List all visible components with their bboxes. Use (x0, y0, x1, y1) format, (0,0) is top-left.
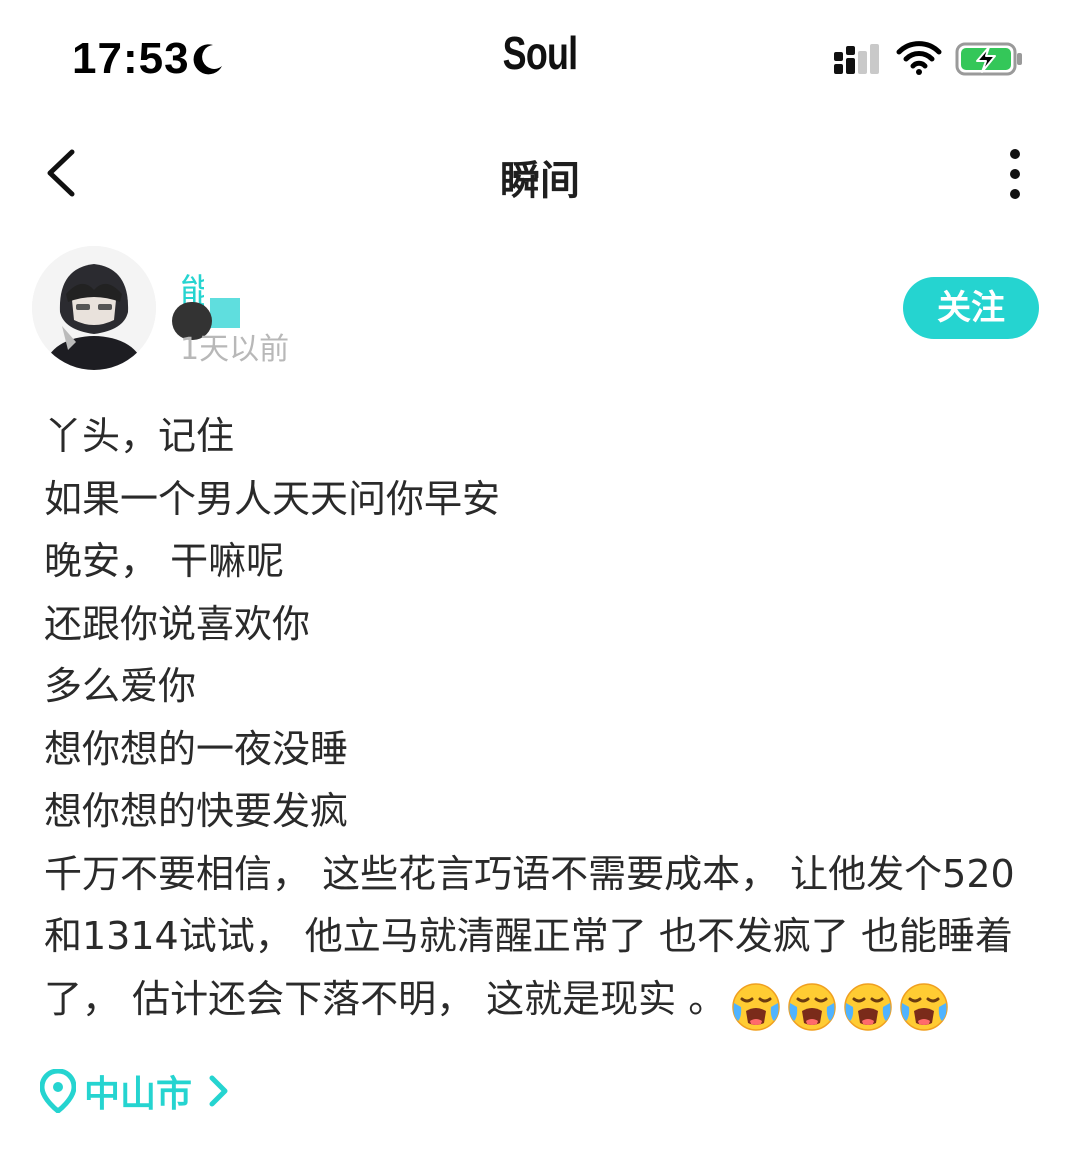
author-avatar[interactable] (32, 246, 156, 370)
loudly-crying-face-icon (900, 983, 948, 1031)
location-tag[interactable]: 中山市 (40, 1066, 230, 1116)
post-line: 想你想的快要发疯 (44, 789, 349, 833)
post-content: 丫头，记住 如果一个男人天天问你早安 晚安， 干嘛呢 还跟你说喜欢你 多么爱你 … (44, 405, 1044, 1036)
post-line: 和1314试试， 他立马就清醒正常了 也不发疯了 也能睡着 (44, 914, 1013, 958)
nav-bar: 瞬间 (0, 120, 1080, 230)
moment-detail-page: 17:53 Soul 瞬间 能 1天以前 关注 丫头，记住 如果一个男人天天问你… (0, 0, 1080, 1155)
post-line: 想你想的一夜没睡 (44, 726, 349, 771)
post-line-last: 了， 估计还会下落不明， 这就是现实 。 (44, 968, 1044, 1037)
loudly-crying-face-icon (844, 983, 892, 1031)
battery-charging-icon (955, 42, 1022, 76)
post-line: 如果一个男人天天问你早安 (44, 476, 501, 521)
loudly-crying-face-icon (732, 983, 780, 1031)
signal-icon (834, 44, 879, 74)
follow-button[interactable]: 关注 (903, 277, 1039, 339)
post-line-text: 了， 估计还会下落不明， 这就是现实 。 (44, 976, 727, 1021)
status-bar: 17:53 Soul (0, 0, 1080, 110)
more-options-button[interactable] (998, 146, 1032, 202)
page-title: 瞬间 (500, 158, 580, 204)
post-timestamp: 1天以前 (180, 332, 290, 367)
emoji-row (726, 974, 950, 1037)
location-label: 中山市 (84, 1074, 193, 1115)
post-line: 多么爱你 (44, 664, 197, 708)
post-line: 丫头，记住 (44, 414, 235, 458)
location-pin-icon (40, 1069, 76, 1113)
post-line: 千万不要相信， 这些花言巧语不需要成本， 让他发个520 (44, 851, 1015, 896)
post-line: 晚安， 干嘛呢 (44, 539, 285, 583)
wifi-icon (896, 41, 942, 75)
chevron-right-icon (209, 1075, 228, 1107)
avatar-image (32, 246, 156, 370)
post-line: 还跟你说喜欢你 (44, 601, 311, 646)
loudly-crying-face-icon (788, 983, 836, 1031)
